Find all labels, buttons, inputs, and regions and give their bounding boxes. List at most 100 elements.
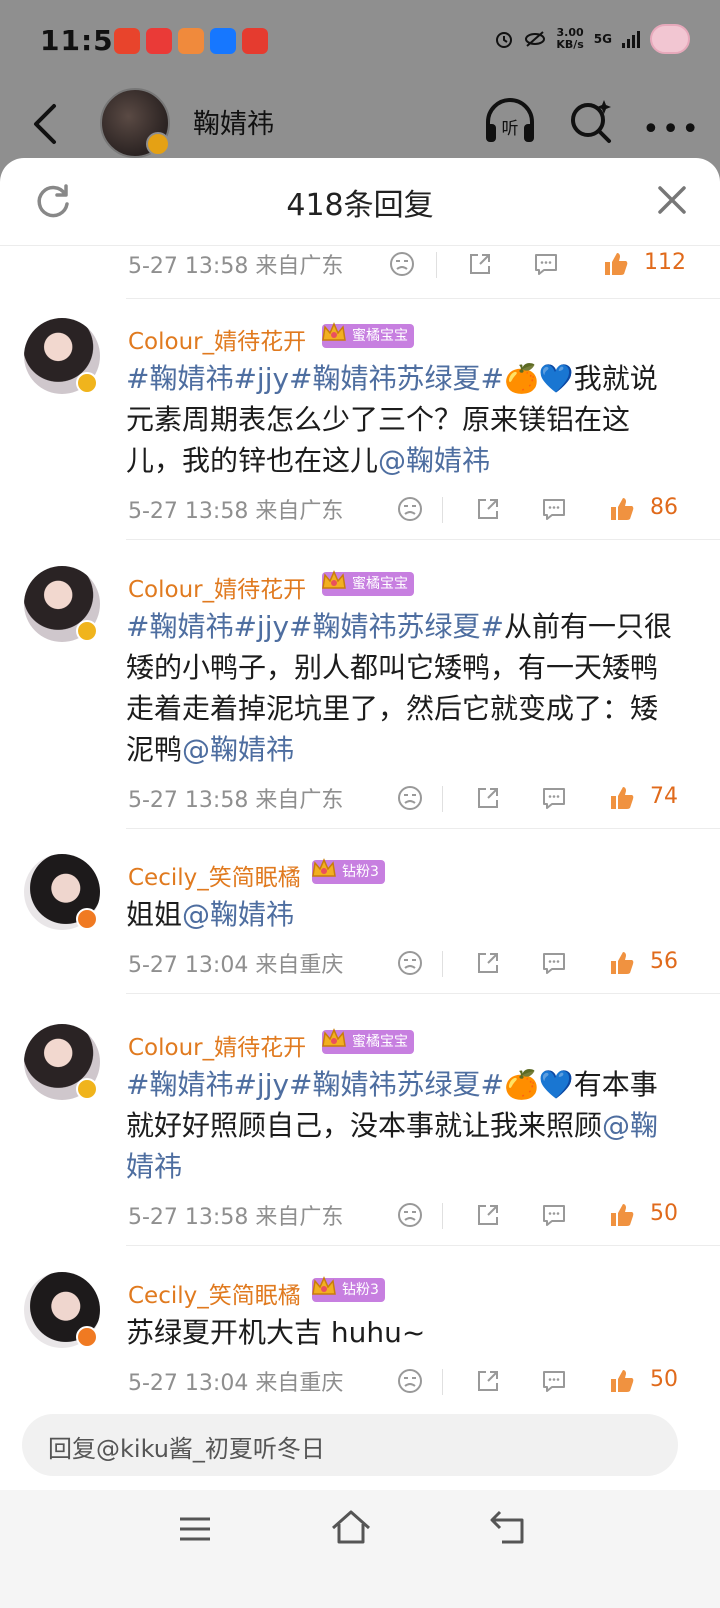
headphones-listen-icon[interactable]: 听 (482, 94, 538, 146)
comment-time-location: 5-27 13:58 来自广东 (128, 499, 344, 524)
notification-icons (114, 28, 268, 54)
comment-divider (126, 539, 720, 540)
alarm-icon (496, 32, 513, 48)
reply-comment-icon[interactable] (540, 949, 568, 977)
signal-icon (622, 30, 640, 48)
share-icon[interactable] (474, 1367, 502, 1395)
comment-divider (126, 828, 720, 829)
back-arrow-icon[interactable] (26, 102, 66, 146)
like-thumb-icon[interactable] (608, 495, 636, 523)
mention-link[interactable]: @鞠婧祎 (182, 733, 294, 766)
comment-text-segment: 苏绿夏开机大吉 huhu~ (126, 1316, 426, 1349)
comment-divider (126, 993, 720, 994)
dislike-face-icon[interactable] (396, 1367, 424, 1395)
fan-badge: 蜜橘宝宝 (322, 322, 414, 348)
comment-time-location: 5-27 13:58 来自广东 (128, 788, 344, 813)
close-icon[interactable] (654, 182, 690, 218)
reply-comment-icon[interactable] (532, 250, 560, 278)
hashtag-link[interactable]: #鞠婧祎#jjy#鞠婧祎苏绿夏# (126, 610, 504, 643)
comment-text: 苏绿夏开机大吉 huhu~ (126, 1312, 682, 1353)
reply-comment-icon[interactable] (540, 1367, 568, 1395)
fan-badge-label: 蜜橘宝宝 (352, 1034, 408, 1050)
fan-badge-label: 蜜橘宝宝 (352, 328, 408, 344)
commenter-name[interactable]: Colour_婧待花开 (128, 1028, 306, 1062)
commenter-name[interactable]: Cecily_笑简眠橘 (128, 858, 301, 892)
fan-badge: 钻粉3 (312, 1276, 385, 1302)
hashtag-link[interactable]: #鞠婧祎#jjy#鞠婧祎苏绿夏# (126, 1068, 504, 1101)
verified-badge-icon (76, 620, 98, 642)
comment-time-location: 5-27 13:58 来自广东 (128, 1205, 344, 1230)
dislike-face-icon[interactable] (396, 1201, 424, 1229)
gift-app-icon (242, 28, 268, 54)
comment-actions: 86 (396, 495, 698, 523)
mention-link[interactable]: @鞠婧祎 (182, 898, 294, 931)
share-icon[interactable] (474, 495, 502, 523)
like-thumb-icon[interactable] (602, 250, 630, 278)
comment-meta: 5-27 13:58 来自广东 86 (128, 493, 698, 525)
fan-badge-label: 蜜橘宝宝 (352, 576, 408, 592)
comment-meta: 5-27 13:58 来自广东 112 (128, 248, 698, 280)
verified-badge-icon (76, 1078, 98, 1100)
comment-meta: 5-27 13:58 来自广东 74 (128, 782, 698, 814)
reply-input[interactable]: 回复@kiku酱_初夏听冬日 (22, 1414, 678, 1476)
verified-badge-icon (76, 1326, 98, 1348)
profile-name[interactable]: 鞠婧祎 (193, 102, 274, 141)
share-icon[interactable] (474, 784, 502, 812)
commenter-name[interactable]: Cecily_笑简眠橘 (128, 1276, 301, 1310)
share-icon[interactable] (466, 250, 494, 278)
dislike-face-icon[interactable] (388, 250, 416, 278)
comment-time-location: 5-27 13:04 来自重庆 (128, 953, 344, 978)
comment-actions: 56 (396, 949, 698, 977)
like-count: 74 (650, 784, 678, 809)
hashtag-link[interactable]: #鞠婧祎#jjy#鞠婧祎苏绿夏# (126, 362, 504, 395)
search-icon[interactable] (566, 96, 616, 146)
fan-badge-label: 钻粉3 (342, 1282, 379, 1298)
comment-divider (126, 1245, 720, 1246)
like-count: 50 (650, 1367, 678, 1392)
reply-input-placeholder: 回复@kiku酱_初夏听冬日 (48, 1435, 325, 1463)
comment-meta: 5-27 13:04 来自重庆 56 (128, 947, 698, 979)
home-icon[interactable] (330, 1508, 372, 1546)
comment-text: 姐姐@鞠婧祎 (126, 894, 682, 935)
comment-text: #鞠婧祎#jjy#鞠婧祎苏绿夏#🍊💙我就说元素周期表怎么少了三个？原来镁铝在这儿… (126, 358, 682, 481)
reply-comment-icon[interactable] (540, 495, 568, 523)
like-thumb-icon[interactable] (608, 949, 636, 977)
red-app-icon (146, 28, 172, 54)
action-separator (442, 786, 443, 812)
comment-text: #鞠婧祎#jjy#鞠婧祎苏绿夏#从前有一只很矮的小鸭子，别人都叫它矮鸭，有一天矮… (126, 606, 682, 770)
svg-text:听: 听 (502, 119, 519, 139)
reply-comment-icon[interactable] (540, 784, 568, 812)
reply-comment-icon[interactable] (540, 1201, 568, 1229)
dislike-face-icon[interactable] (396, 784, 424, 812)
verified-badge-icon (76, 372, 98, 394)
crown-icon (322, 570, 346, 589)
sheet-title: 418条回复 (286, 188, 434, 223)
fan-badge: 蜜橘宝宝 (322, 1028, 414, 1054)
comment-meta: 5-27 13:04 来自重庆 50 (128, 1365, 698, 1397)
share-icon[interactable] (474, 1201, 502, 1229)
comment-text: #鞠婧祎#jjy#鞠婧祎苏绿夏#🍊💙有本事就好好照顾自己，没本事就让我来照顾@鞠… (126, 1064, 682, 1187)
comment-time-location: 5-27 13:58 来自广东 (128, 254, 344, 279)
system-nav-bar (0, 1490, 720, 1608)
comment-time-location: 5-27 13:04 来自重庆 (128, 1371, 344, 1396)
like-thumb-icon[interactable] (608, 1367, 636, 1395)
like-count: 50 (650, 1201, 678, 1226)
commenter-name[interactable]: Colour_婧待花开 (128, 322, 306, 356)
more-icon[interactable]: ••• (642, 112, 701, 147)
dislike-face-icon[interactable] (396, 949, 424, 977)
action-separator (442, 1203, 443, 1229)
verified-badge-icon (146, 132, 170, 156)
menu-icon[interactable] (178, 1514, 212, 1544)
weibo-app-icon (114, 28, 140, 54)
like-count: 86 (650, 495, 678, 520)
commenter-name[interactable]: Colour_婧待花开 (128, 570, 306, 604)
comment-meta: 5-27 13:58 来自广东 50 (128, 1199, 698, 1231)
nav-back-icon[interactable] (488, 1508, 528, 1546)
mention-link[interactable]: @鞠婧祎 (378, 444, 490, 477)
battery-icon (650, 24, 690, 54)
like-thumb-icon[interactable] (608, 784, 636, 812)
dislike-face-icon[interactable] (396, 495, 424, 523)
like-thumb-icon[interactable] (608, 1201, 636, 1229)
share-icon[interactable] (474, 949, 502, 977)
crown-icon (322, 322, 346, 341)
